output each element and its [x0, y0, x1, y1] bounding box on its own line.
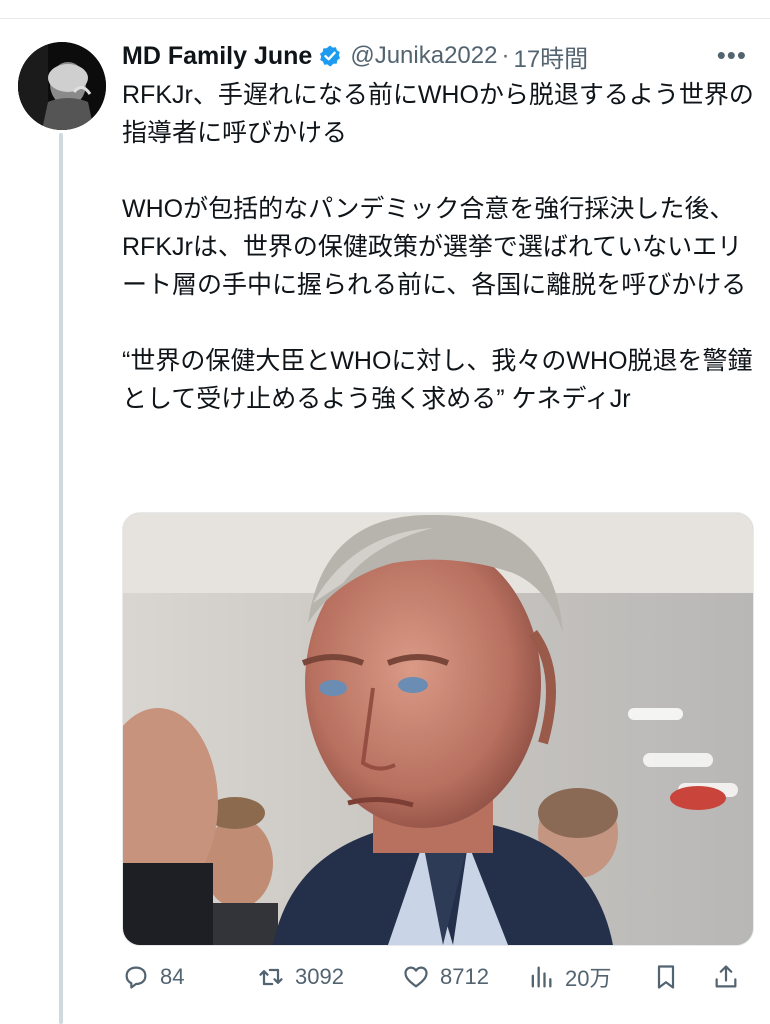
photo-illustration [123, 513, 753, 945]
share-icon [715, 965, 737, 988]
like-count: 8712 [440, 964, 489, 989]
tweet-media-image[interactable] [122, 512, 754, 946]
more-options-button[interactable]: ••• [717, 40, 747, 71]
thread-line [59, 133, 63, 1024]
reply-icon [125, 966, 147, 989]
verified-badge-icon [318, 44, 342, 68]
reply-count: 84 [160, 964, 185, 989]
retweet-count: 3092 [295, 964, 344, 989]
top-divider [0, 18, 770, 19]
retweet-icon [259, 968, 283, 986]
views-button[interactable]: 20万 [527, 961, 652, 993]
views-chart-icon [531, 966, 552, 988]
share-button[interactable] [712, 963, 740, 991]
avatar-image [18, 42, 106, 130]
tweet-header: MD Family June @Junika2022 · 17時間 ••• [122, 36, 757, 76]
avatar[interactable] [18, 42, 106, 130]
views-count: 20万 [565, 966, 612, 991]
separator-dot: · [501, 42, 510, 69]
user-handle[interactable]: @Junika2022 [350, 42, 497, 70]
timestamp[interactable]: 17時間 [513, 39, 588, 74]
bookmark-icon [657, 965, 675, 989]
tweet-text: RFKJr、手遅れになる前にWHOから脱退するよう世界の指導者に呼びかける WH… [122, 76, 754, 418]
tweet-page: MD Family June @Junika2022 · 17時間 ••• RF… [0, 0, 770, 1024]
tweet-paragraph-1: RFKJr、手遅れになる前にWHOから脱退するよう世界の指導者に呼びかける [122, 81, 754, 147]
bookmark-button[interactable] [652, 963, 712, 991]
like-button[interactable]: 8712 [402, 963, 527, 991]
tweet-paragraph-2: WHOが包括的なパンデミック合意を強行採決した後、RFKJrは、世界の保健政策が… [122, 195, 747, 299]
tweet-paragraph-3: “世界の保健大臣とWHOに対し、我々のWHO脱退を警鐘として受け止めるよう強く求… [122, 347, 753, 413]
tweet-actions-bar: 84 3092 8712 20万 [122, 955, 752, 999]
retweet-button[interactable]: 3092 [257, 963, 402, 991]
display-name[interactable]: MD Family June [122, 42, 312, 71]
reply-button[interactable]: 84 [122, 963, 257, 991]
heart-icon [404, 966, 428, 988]
